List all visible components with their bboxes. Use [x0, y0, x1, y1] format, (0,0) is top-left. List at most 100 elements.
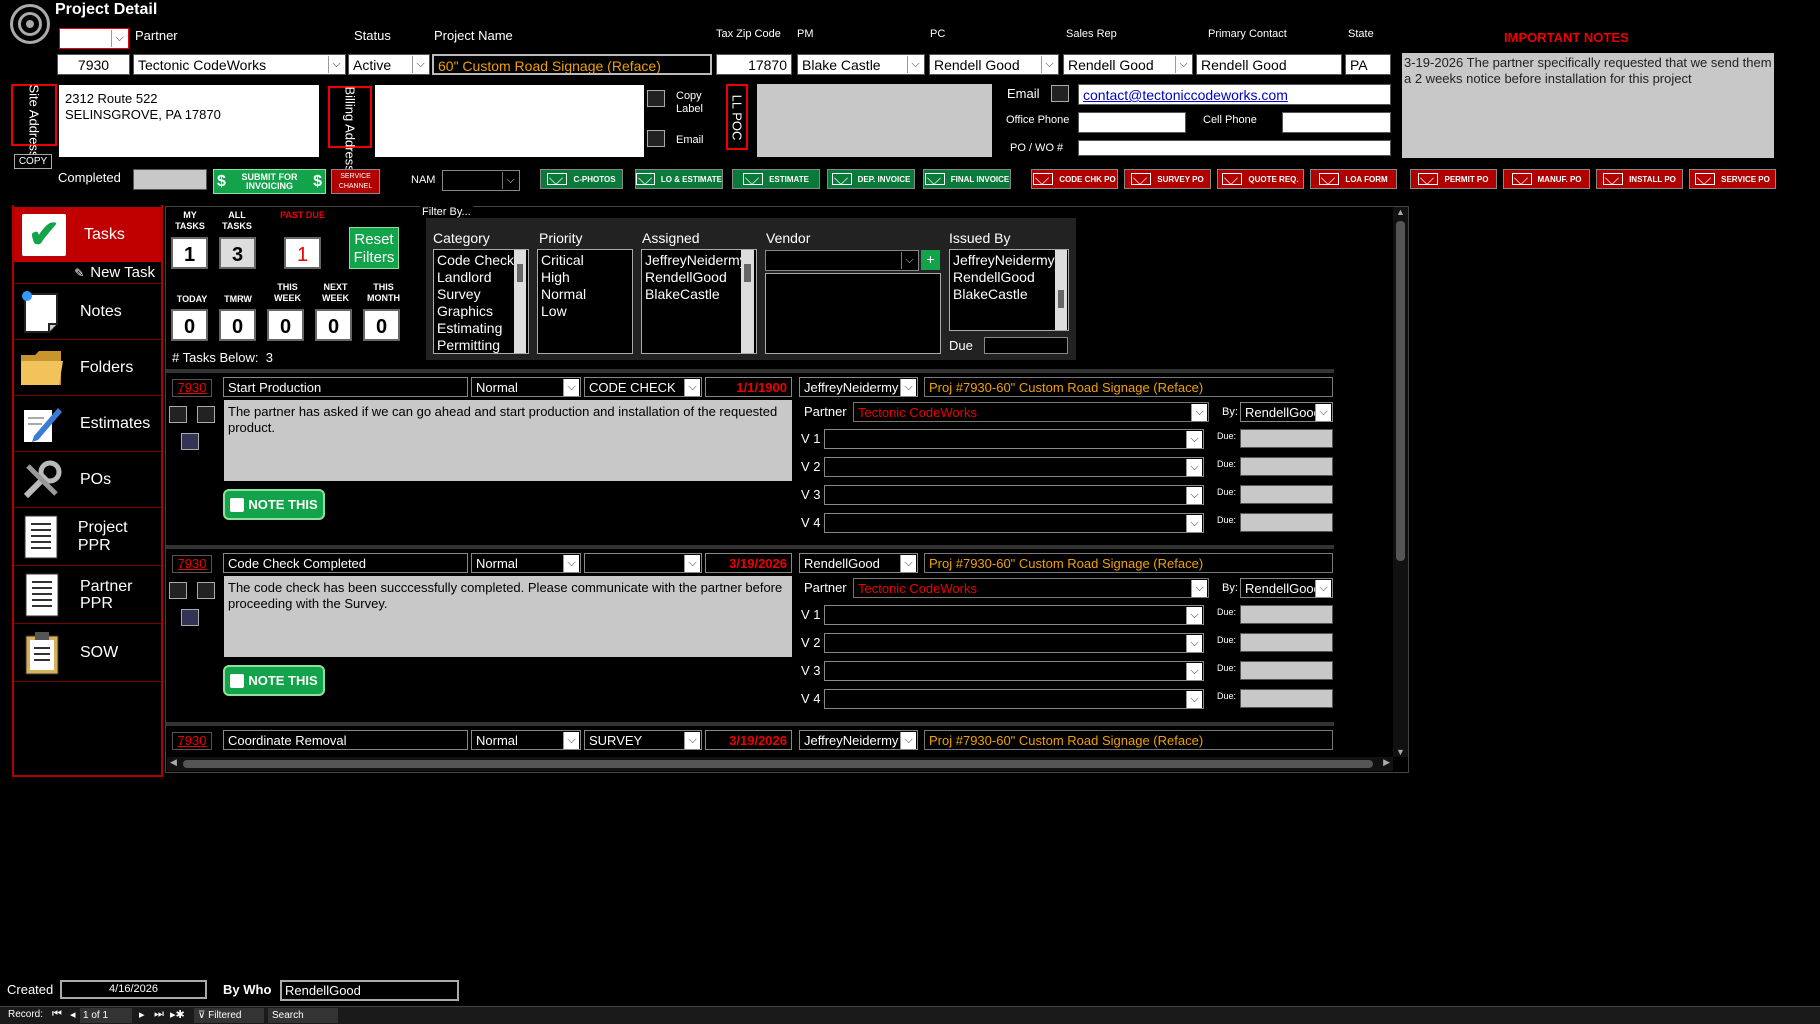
po-wo-field[interactable] — [1078, 140, 1391, 156]
ll-poc-box[interactable] — [757, 84, 992, 157]
service-channel-button[interactable]: SERVICE CHANNEL — [331, 169, 380, 194]
vendor-3-dropdown[interactable]: ⌵ — [824, 485, 1204, 505]
office-phone-field[interactable] — [1078, 112, 1186, 133]
list-item[interactable]: Code Check — [437, 252, 525, 269]
task-description[interactable]: The code check has been succcessfully co… — [224, 576, 792, 657]
email-button-2[interactable]: ESTIMATE — [732, 169, 820, 189]
task-project-link[interactable]: 7930 — [172, 555, 212, 573]
list-item[interactable]: BlakeCastle — [953, 286, 1065, 303]
horizontal-scrollbar[interactable]: ◀ ▶ — [167, 757, 1393, 771]
issued-by-scrollbar[interactable] — [1055, 250, 1067, 330]
email-task-icon[interactable] — [197, 406, 215, 423]
task-assigned-dropdown[interactable]: JeffreyNeidermy ⌵ — [799, 377, 918, 397]
assigned-scrollbar[interactable] — [741, 250, 754, 353]
cell-phone-field[interactable] — [1282, 112, 1391, 133]
project-id-field[interactable]: 7930 — [57, 54, 130, 75]
task-project-link[interactable]: 7930 — [172, 732, 212, 750]
filtered-indicator[interactable]: ⊽ Filtered — [194, 1008, 264, 1023]
task-category-dropdown[interactable]: SURVEY ⌵ — [584, 730, 702, 750]
task-title-field[interactable]: Code Check Completed — [223, 553, 468, 573]
vendor-3-due-field[interactable] — [1240, 661, 1333, 680]
vendor-2-dropdown[interactable]: ⌵ — [824, 457, 1204, 477]
list-item[interactable]: High — [541, 269, 629, 286]
all-tasks-count[interactable]: 3 — [219, 237, 256, 269]
task-title-field[interactable]: Coordinate Removal — [223, 730, 468, 750]
task-priority-dropdown[interactable]: Normal ⌵ — [471, 377, 581, 397]
attachment-task-icon[interactable] — [181, 609, 199, 626]
vendor-1-due-field[interactable] — [1240, 605, 1333, 624]
past-due-count[interactable]: 1 — [284, 237, 321, 269]
sidebar-item-partner-ppr[interactable]: Partner PPR — [14, 566, 161, 624]
record-position[interactable]: 1 of 1 — [80, 1008, 132, 1023]
first-record-icon[interactable]: ⏮ — [52, 1008, 62, 1021]
list-item[interactable]: BlakeCastle — [645, 286, 753, 303]
list-item[interactable]: Normal — [541, 286, 629, 303]
task-date-field[interactable]: 3/19/2026 — [705, 553, 792, 573]
add-vendor-button[interactable]: + — [921, 250, 940, 270]
reset-filters-button[interactable]: Reset Filters — [349, 227, 399, 269]
by-who-field[interactable]: RendellGood — [280, 980, 459, 1001]
po-email-button-2[interactable]: QUOTE REQ. — [1217, 169, 1304, 189]
assigned-list[interactable]: JeffreyNeidermy RendellGood BlakeCastle — [641, 249, 757, 354]
vendor-1-due-field[interactable] — [1240, 429, 1333, 448]
task-category-dropdown[interactable]: ⌵ — [584, 553, 702, 573]
this-week-count[interactable]: 0 — [267, 309, 304, 341]
next-week-count[interactable]: 0 — [315, 309, 352, 341]
record-selector[interactable]: ⌵ — [59, 28, 129, 49]
sidebar-item-sow[interactable]: SOW — [14, 624, 161, 682]
tax-zip-field[interactable]: 17870 — [716, 54, 792, 75]
sidebar-item-new-task[interactable]: ✎ New Task — [14, 262, 161, 284]
vendor-3-dropdown[interactable]: ⌵ — [824, 661, 1204, 681]
attachment-task-icon[interactable] — [181, 433, 199, 450]
vendor-4-dropdown[interactable]: ⌵ — [824, 513, 1204, 533]
completed-date-field[interactable] — [133, 169, 207, 190]
po-email-button-7[interactable]: SERVICE PO — [1689, 169, 1776, 189]
list-item[interactable]: RendellGood — [953, 269, 1065, 286]
created-date-field[interactable]: 4/16/2026 — [60, 980, 207, 999]
copy-task-icon[interactable] — [169, 406, 187, 423]
vendor-2-due-field[interactable] — [1240, 457, 1333, 476]
sidebar-item-project-ppr[interactable]: Project PPR — [14, 508, 161, 566]
email-button-0[interactable]: C-PHOTOS — [540, 169, 623, 189]
pc-dropdown[interactable]: Rendell Good ⌵ — [929, 54, 1059, 75]
sidebar-item-notes[interactable]: Notes — [14, 285, 161, 340]
partner-dropdown[interactable]: Tectonic CodeWorks ⌵ — [133, 54, 346, 75]
task-date-field[interactable]: 1/1/1900 — [705, 377, 792, 397]
vendor-4-due-field[interactable] — [1240, 513, 1333, 532]
list-item[interactable]: JeffreyNeidermy — [953, 252, 1065, 269]
email-field[interactable]: contact@tectoniccodeworks.com — [1078, 84, 1391, 105]
note-this-button[interactable]: NOTE THIS — [223, 665, 325, 696]
copy-label-icon[interactable] — [647, 90, 665, 107]
vendor-1-dropdown[interactable]: ⌵ — [824, 605, 1204, 625]
po-email-button-0[interactable]: CODE CHK PO — [1031, 169, 1118, 189]
task-partner-dropdown[interactable]: Tectonic CodeWorks ⌵ — [853, 578, 1209, 598]
task-title-field[interactable]: Start Production — [223, 377, 468, 397]
project-name-field[interactable]: 60" Custom Road Signage (Reface) — [432, 54, 712, 75]
billing-address-tab[interactable]: Billing Address — [328, 86, 372, 171]
email-button-3[interactable]: DEP. INVOICE — [827, 169, 915, 189]
task-project-field[interactable]: Proj #7930-60" Custom Road Signage (Refa… — [924, 553, 1333, 573]
hscroll-thumb[interactable] — [183, 760, 1373, 768]
vendor-2-due-field[interactable] — [1240, 633, 1333, 652]
list-item[interactable]: Graphics — [437, 303, 525, 320]
today-count[interactable]: 0 — [171, 309, 208, 341]
vendor-1-dropdown[interactable]: ⌵ — [824, 429, 1204, 449]
email-button-1[interactable]: LO & ESTIMATE — [635, 169, 723, 189]
task-priority-dropdown[interactable]: Normal ⌵ — [471, 730, 581, 750]
sidebar-item-estimates[interactable]: Estimates — [14, 396, 161, 452]
email-button-4[interactable]: FINAL INVOICE — [923, 169, 1011, 189]
due-filter-field[interactable] — [984, 337, 1068, 354]
task-description[interactable]: The partner has asked if we can go ahead… — [224, 400, 792, 481]
ll-poc-tab[interactable]: LL POC — [726, 84, 748, 150]
new-record-icon[interactable]: ▸✱ — [170, 1008, 185, 1021]
po-email-button-4[interactable]: PERMIT PO — [1410, 169, 1497, 189]
task-assigned-dropdown[interactable]: JeffreyNeidermy ⌵ — [799, 730, 918, 750]
po-email-button-6[interactable]: INSTALL PO — [1596, 169, 1683, 189]
priority-list[interactable]: Critical High Normal Low — [537, 249, 633, 354]
send-email-icon[interactable] — [1051, 85, 1069, 102]
next-record-icon[interactable]: ▸ — [139, 1008, 145, 1021]
list-item[interactable]: Low — [541, 303, 629, 320]
copy-label-button[interactable]: Copy Label — [676, 90, 716, 116]
scroll-thumb[interactable] — [1396, 221, 1405, 561]
copy-address-button[interactable]: COPY — [14, 154, 52, 169]
